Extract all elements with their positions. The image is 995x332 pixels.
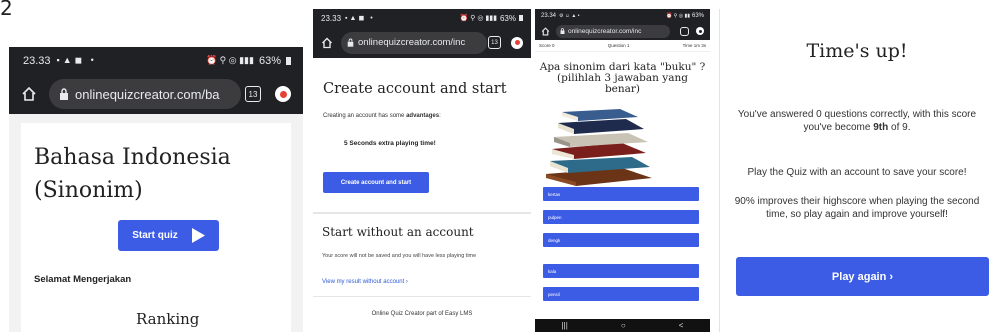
home-icon[interactable] bbox=[321, 37, 333, 49]
phone-screen-start: 23.33 ▪▲◼ • ⏰ ⚲ ◎ ▮▮▮ 63% onlinequizcrea… bbox=[9, 47, 303, 332]
home-button-icon[interactable]: ○ bbox=[621, 321, 626, 330]
url-text: onlinequizcreator.com/inc bbox=[358, 37, 466, 48]
score-label: Score 0 bbox=[539, 43, 555, 48]
notification-icons: ⚙ ☺ ▲ • bbox=[559, 12, 580, 19]
play-icon bbox=[191, 228, 205, 243]
notification-icons: ▪▲◼ • bbox=[345, 15, 375, 22]
answer-option[interactable]: kertas bbox=[543, 187, 699, 201]
recent-apps-icon[interactable]: ||| bbox=[562, 321, 568, 330]
tab-switcher-button[interactable]: 13 bbox=[245, 86, 261, 102]
improve-text: 90% improves their highscore when playin… bbox=[734, 196, 980, 220]
notification-icons: ▪▲◼ • bbox=[56, 55, 97, 65]
home-icon[interactable] bbox=[21, 86, 37, 102]
start-quiz-button[interactable]: Start quiz bbox=[118, 220, 219, 251]
create-account-section: Create account and start Creating an acc… bbox=[316, 59, 528, 219]
tab-switcher-button[interactable]: 13 bbox=[488, 36, 501, 49]
address-bar[interactable]: onlinequizcreator.com/inc bbox=[341, 31, 487, 54]
battery-level: 63% bbox=[258, 54, 281, 67]
phone-screen-account: 23.33 ▪▲◼ • ⏰ ⚲ ◎ ▮▮▮ 63% onlinequizcrea… bbox=[313, 9, 531, 332]
play-again-button[interactable]: Play again › bbox=[736, 257, 989, 296]
section-divider bbox=[313, 212, 531, 214]
status-bar: 23.34 ⚙ ☺ ▲ • ⏰ ⚲ ◎ ▮▮ 63% bbox=[535, 9, 710, 22]
battery-level: 63% bbox=[691, 12, 704, 19]
quiz-subtitle: Selamat Mengerjakan bbox=[34, 274, 132, 285]
answer-option[interactable]: kala bbox=[543, 264, 699, 278]
footer-text: Online Quiz Creator part of Easy LMS bbox=[371, 311, 473, 317]
account-icon[interactable] bbox=[511, 36, 523, 49]
lock-icon bbox=[60, 88, 68, 100]
view-result-link[interactable]: View my result without account › bbox=[322, 279, 408, 285]
account-icon[interactable] bbox=[275, 86, 291, 102]
browser-toolbar: onlinequizcreator.com/ba 13 bbox=[9, 74, 303, 114]
status-bar: 23.33 ▪▲◼ • ⏰ ⚲ ◎ ▮▮▮ 63% bbox=[313, 9, 531, 27]
advantages-text: Creating an account has some advantages: bbox=[323, 113, 441, 119]
address-bar[interactable]: onlinequizcreator.com/inc bbox=[556, 24, 670, 38]
url-text: onlinequizcreator.com/inc bbox=[568, 27, 642, 35]
figure-number: 2 bbox=[0, 0, 13, 20]
lock-icon bbox=[560, 28, 565, 34]
status-time: 23.33 bbox=[23, 54, 51, 67]
lock-icon bbox=[347, 38, 354, 47]
signal-icons: ⏰ ⚲ ◎ ▮▮▮ bbox=[459, 15, 497, 22]
signal-icons: ⏰ ⚲ ◎ ▮▮▮ bbox=[205, 55, 254, 65]
create-account-button[interactable]: Create account and start bbox=[323, 172, 429, 193]
books-image bbox=[546, 109, 652, 186]
browser-toolbar: onlinequizcreator.com/inc bbox=[535, 22, 710, 40]
ranking-heading: Ranking bbox=[136, 310, 200, 328]
no-account-heading: Start without an account bbox=[322, 225, 474, 239]
phone-screen-question: 23.34 ⚙ ☺ ▲ • ⏰ ⚲ ◎ ▮▮ 63% onlinequizcre… bbox=[535, 9, 710, 332]
battery-icon bbox=[519, 15, 523, 21]
tab-switcher-button[interactable] bbox=[680, 26, 689, 36]
status-time: 23.34 bbox=[541, 12, 557, 19]
browser-toolbar: onlinequizcreator.com/inc 13 bbox=[313, 27, 531, 58]
signal-icons: ⏰ ⚲ ◎ ▮▮ bbox=[666, 12, 690, 19]
footer-divider bbox=[313, 296, 531, 297]
home-icon[interactable] bbox=[541, 26, 550, 36]
save-score-text: Play the Quiz with an account to save yo… bbox=[747, 167, 967, 178]
battery-icon bbox=[286, 56, 291, 65]
bonus-text: 5 Seconds extra playing time! bbox=[344, 140, 436, 147]
battery-level: 63% bbox=[499, 13, 516, 23]
quiz-progress-header: Score 0 Question 1 Time 1m 3s bbox=[535, 40, 710, 52]
times-up-heading: Time's up! bbox=[806, 40, 908, 62]
create-account-heading: Create account and start bbox=[323, 81, 507, 97]
results-screen: Time's up! You've answered 0 questions c… bbox=[719, 9, 995, 332]
android-nav-bar: ||| ○ < bbox=[535, 319, 710, 332]
back-icon[interactable]: < bbox=[679, 321, 684, 330]
answer-option[interactable]: pensil bbox=[543, 287, 699, 301]
question-text: Apa sinonim dari kata "buku" ? (pilihlah… bbox=[539, 61, 706, 95]
score-summary: You've answered 0 questions correctly, w… bbox=[737, 109, 977, 133]
answer-option[interactable]: dengk bbox=[543, 233, 699, 247]
question-number: Question 1 bbox=[607, 43, 630, 48]
answer-option[interactable]: pulpen bbox=[543, 210, 699, 224]
quiz-start-card: Bahasa Indonesia (Sinonim) Start quiz Se… bbox=[21, 123, 291, 332]
account-icon[interactable] bbox=[696, 27, 704, 35]
time-remaining: Time 1m 3s bbox=[682, 43, 706, 48]
status-bar: 23.33 ▪▲◼ • ⏰ ⚲ ◎ ▮▮▮ 63% bbox=[9, 47, 303, 74]
url-text: onlinequizcreator.com/ba bbox=[75, 86, 220, 102]
quiz-title: Bahasa Indonesia (Sinonim) bbox=[34, 145, 231, 203]
status-time: 23.33 bbox=[321, 13, 342, 23]
no-account-note: Your score will not be saved and you wil… bbox=[322, 253, 477, 259]
address-bar[interactable]: onlinequizcreator.com/ba bbox=[49, 79, 241, 109]
